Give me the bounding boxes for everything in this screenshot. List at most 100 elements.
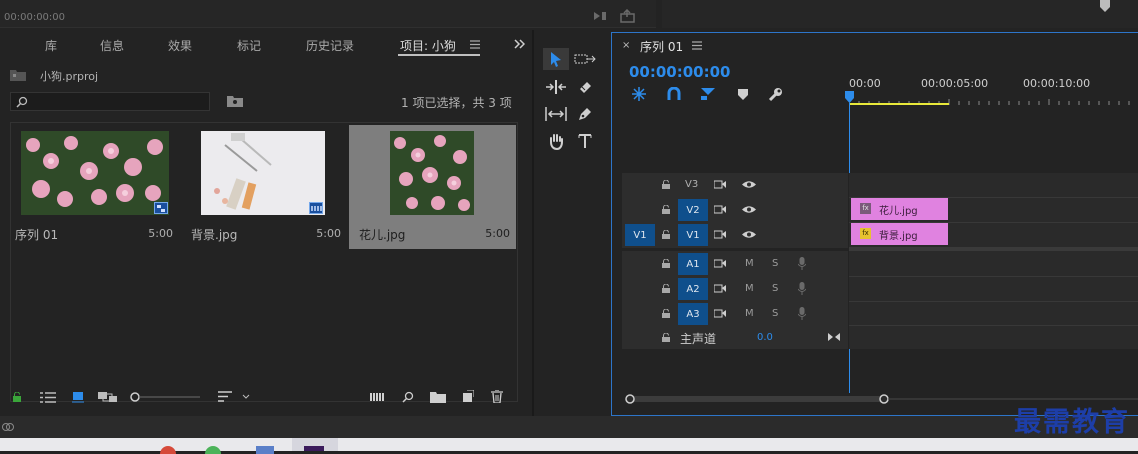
sequence-timecode[interactable]: 00:00:00:00 [629, 63, 731, 81]
taskbar-app-icon[interactable] [256, 446, 274, 454]
playhead-icon[interactable] [845, 91, 854, 103]
track-header-a1: A1 M S [622, 252, 848, 276]
clip-name: 背景.jpg [879, 231, 918, 242]
sequence-tab[interactable]: 序列 01 [640, 38, 683, 55]
clip-background-v1[interactable]: fx 背景.jpg [851, 223, 948, 245]
microphone-icon[interactable] [798, 307, 806, 320]
zoom-slider[interactable] [130, 392, 200, 402]
microphone-icon[interactable] [798, 282, 806, 295]
automate-to-sequence-icon[interactable] [370, 392, 386, 402]
lock-track-icon[interactable] [662, 259, 670, 268]
lock-track-icon[interactable] [662, 180, 670, 189]
timeline-tracks[interactable]: fx 花儿.jpg fx 背景.jpg [849, 173, 1138, 349]
thumbnail-flowers [21, 131, 169, 215]
mute-button[interactable]: M [745, 258, 754, 269]
clip-flowers-v2[interactable]: fx 花儿.jpg [851, 198, 948, 220]
tab-info[interactable]: 信息 [100, 37, 124, 54]
eye-icon[interactable] [742, 230, 756, 239]
lock-track-icon[interactable] [662, 284, 670, 293]
time-ruler[interactable] [849, 91, 1138, 105]
track-target-v2[interactable]: V2 [678, 199, 708, 221]
taskbar-app-icon[interactable] [160, 446, 176, 454]
pen-tool-icon[interactable] [572, 103, 598, 125]
sync-lock-icon[interactable] [714, 284, 726, 293]
tab-effects[interactable]: 效果 [168, 37, 192, 54]
icon-view-icon[interactable] [72, 391, 84, 403]
project-item-sequence[interactable]: 序列 01 5:00 [13, 125, 179, 249]
track-target-a3[interactable]: A3 [678, 303, 708, 325]
track-target-a1[interactable]: A1 [678, 253, 708, 275]
item-name: 背景.jpg [191, 228, 238, 242]
nest-toggle-icon[interactable] [632, 87, 646, 101]
selection-tool-icon[interactable] [543, 48, 569, 70]
hand-tool-icon[interactable] [543, 130, 569, 152]
taskbar-active-app[interactable] [292, 438, 338, 451]
find-icon[interactable] [402, 391, 414, 403]
track-target-v1[interactable]: V1 [678, 224, 708, 246]
tab-history[interactable]: 历史记录 [306, 37, 354, 54]
add-marker-icon[interactable] [738, 89, 748, 100]
source-patch-v1[interactable]: V1 [625, 224, 655, 246]
lock-track-icon[interactable] [662, 205, 670, 214]
freeform-view-icon[interactable] [98, 391, 118, 403]
razor-tool-icon[interactable] [572, 76, 598, 98]
lock-icon[interactable] [12, 392, 22, 402]
search-input[interactable] [10, 92, 210, 111]
taskbar-app-icon[interactable] [205, 446, 221, 454]
eye-icon[interactable] [742, 180, 756, 189]
sort-icon[interactable] [218, 391, 252, 403]
project-item-background[interactable]: 背景.jpg 5:00 [181, 125, 347, 249]
snap-icon[interactable] [667, 87, 681, 101]
lock-track-icon[interactable] [662, 230, 670, 239]
eye-icon[interactable] [742, 205, 756, 214]
track-header-a2: A2 M S [622, 277, 848, 301]
sync-lock-icon[interactable] [714, 180, 726, 189]
timeline-panel: × 序列 01 00:00:00:00 00:00 00:00:05:00 00… [611, 32, 1138, 416]
list-view-icon[interactable] [40, 392, 56, 403]
insert-icon[interactable] [593, 10, 607, 22]
track-header-v1: V1 V1 [622, 223, 848, 247]
track-select-tool-icon[interactable] [572, 48, 598, 70]
track-header-a3: A3 M S [622, 302, 848, 326]
microphone-icon[interactable] [798, 257, 806, 270]
sync-lock-icon[interactable] [714, 205, 726, 214]
timeline-settings-icon[interactable] [768, 87, 783, 102]
type-tool-icon[interactable] [572, 130, 598, 152]
watermark: 最需教育 [1014, 407, 1130, 438]
panel-menu-icon[interactable] [692, 41, 702, 50]
go-to-end-icon[interactable] [828, 332, 840, 342]
search-icon [16, 96, 28, 108]
sync-lock-icon[interactable] [714, 259, 726, 268]
ruler-label: 00:00:10:00 [1023, 77, 1091, 90]
export-frame-icon[interactable] [620, 9, 636, 23]
close-tab-icon[interactable]: × [622, 40, 630, 51]
new-search-bin-icon[interactable] [227, 95, 243, 107]
mute-button[interactable]: M [745, 308, 754, 319]
creative-cloud-icon[interactable] [2, 422, 14, 432]
lock-track-icon[interactable] [662, 333, 670, 342]
tab-library[interactable]: 库 [45, 37, 57, 54]
linked-selection-icon[interactable] [700, 87, 716, 101]
sync-lock-icon[interactable] [714, 230, 726, 239]
solo-button[interactable]: S [772, 308, 778, 319]
new-bin-icon[interactable] [430, 391, 446, 403]
solo-button[interactable]: S [772, 258, 778, 269]
panel-overflow-icon[interactable] [514, 39, 525, 49]
track-label[interactable]: V3 [685, 179, 698, 190]
track-target-a2[interactable]: A2 [678, 278, 708, 300]
lock-track-icon[interactable] [662, 309, 670, 318]
track-headers: V3 V2 V1 V1 A1 M S A2 M S A3 M S 主声道 0.0 [622, 173, 848, 349]
tab-project[interactable]: 项目: 小狗 [400, 37, 456, 54]
solo-button[interactable]: S [772, 283, 778, 294]
active-tab-underline [398, 54, 480, 56]
ripple-edit-tool-icon[interactable] [543, 76, 569, 98]
tab-markers[interactable]: 标记 [237, 37, 261, 54]
new-item-icon[interactable] [462, 390, 474, 402]
panel-menu-icon[interactable] [470, 40, 480, 49]
trash-icon[interactable] [491, 390, 503, 403]
master-volume[interactable]: 0.0 [757, 332, 773, 343]
sync-lock-icon[interactable] [714, 309, 726, 318]
mute-button[interactable]: M [745, 283, 754, 294]
project-item-flowers-selected[interactable]: 花儿.jpg 5:00 [349, 125, 516, 249]
slip-tool-icon[interactable] [543, 103, 569, 125]
